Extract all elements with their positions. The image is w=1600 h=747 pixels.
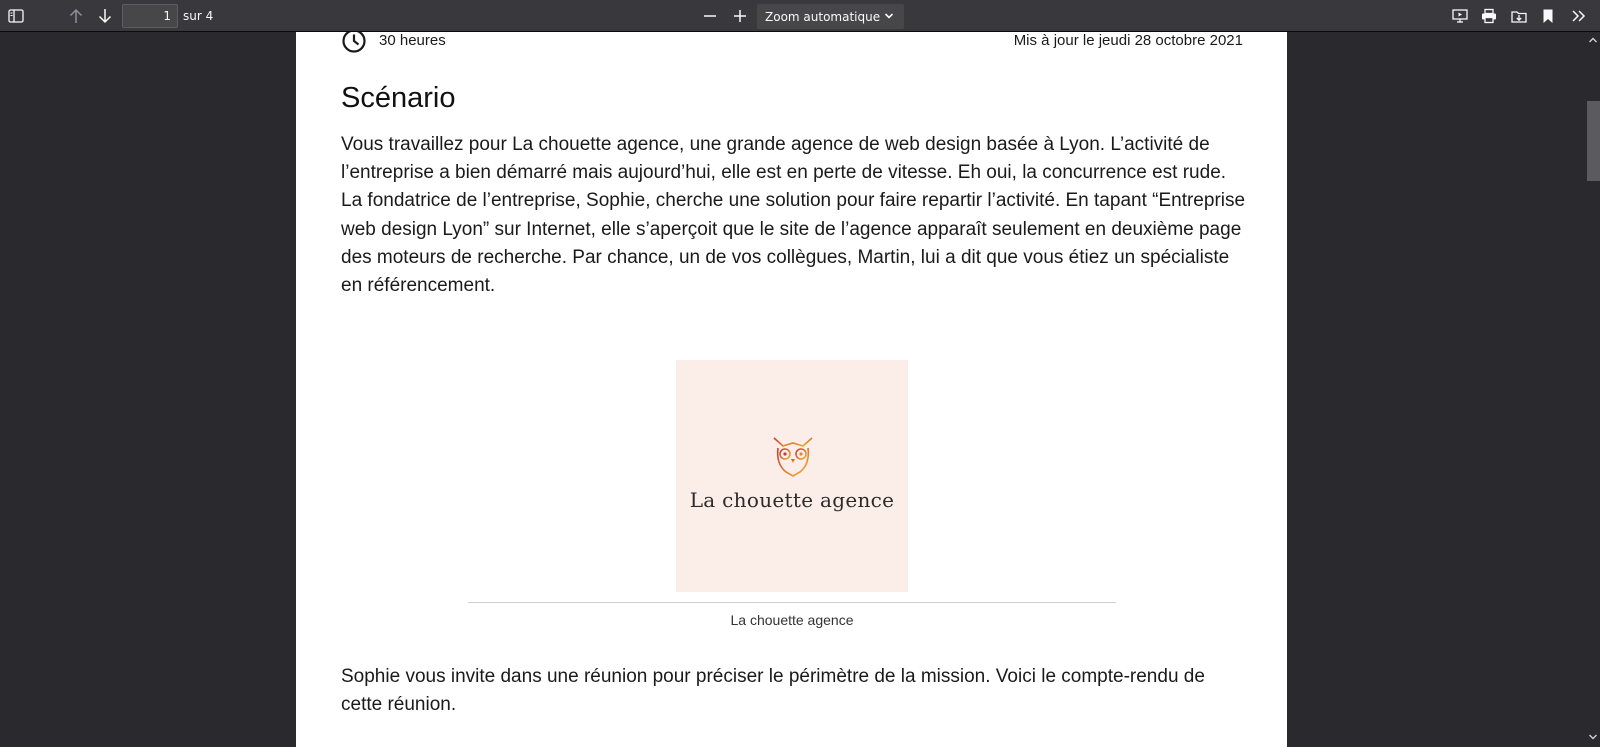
figure-divider bbox=[468, 602, 1116, 603]
arrow-up-icon bbox=[69, 8, 83, 23]
vertical-scrollbar[interactable] bbox=[1586, 32, 1600, 747]
course-meta: 30 heures Mis à jour le jeudi 28 octobre… bbox=[341, 32, 1243, 58]
chevron-down-icon bbox=[884, 13, 894, 19]
bookmark-icon bbox=[1543, 9, 1553, 23]
pdf-toolbar: sur 4 Zoom automatique bbox=[0, 0, 1600, 32]
meeting-paragraph: Sophie vous invite dans une réunion pour… bbox=[341, 666, 1205, 716]
more-tools-icon bbox=[1572, 10, 1586, 22]
course-duration: 30 heures bbox=[379, 32, 446, 49]
clock-icon bbox=[342, 32, 366, 53]
presentation-icon bbox=[1452, 9, 1468, 23]
update-date: Mis à jour le jeudi 28 octobre 2021 bbox=[1013, 32, 1243, 49]
scroll-up-icon[interactable] bbox=[1588, 35, 1598, 45]
logo-image: La chouette agence bbox=[676, 360, 908, 592]
arrow-down-icon bbox=[98, 9, 112, 24]
zoom-out-button[interactable] bbox=[697, 3, 723, 29]
logo-text: La chouette agence bbox=[689, 488, 895, 512]
print-icon bbox=[1482, 8, 1496, 24]
scroll-down-icon[interactable] bbox=[1588, 732, 1598, 742]
presentation-mode-button[interactable] bbox=[1447, 3, 1473, 29]
zoom-out-icon bbox=[704, 15, 716, 17]
download-icon bbox=[1511, 11, 1527, 23]
owl-logo-icon bbox=[773, 437, 813, 481]
download-button[interactable] bbox=[1506, 3, 1532, 29]
scenario-paragraph: Vous travaillez pour La chouette agence,… bbox=[341, 134, 1246, 297]
page-number-input[interactable] bbox=[122, 4, 178, 28]
previous-page-button[interactable] bbox=[63, 3, 89, 29]
zoom-value: Zoom automatique bbox=[765, 9, 881, 24]
pdf-page: 30 heures Mis à jour le jeudi 28 octobre… bbox=[296, 32, 1287, 747]
print-button[interactable] bbox=[1476, 3, 1502, 29]
sidebar-toggle-button[interactable] bbox=[3, 3, 29, 29]
next-page-button[interactable] bbox=[92, 3, 118, 29]
sidebar-toggle-icon bbox=[8, 9, 24, 23]
zoom-in-icon bbox=[734, 10, 746, 22]
zoom-select[interactable]: Zoom automatique bbox=[757, 4, 904, 29]
more-tools-button[interactable] bbox=[1566, 3, 1592, 29]
page-count: sur 4 bbox=[183, 9, 214, 23]
bookmark-button[interactable] bbox=[1535, 3, 1561, 29]
zoom-in-button[interactable] bbox=[727, 3, 753, 29]
scrollbar-thumb[interactable] bbox=[1587, 101, 1600, 181]
section-title: Scénario bbox=[341, 82, 456, 114]
figure-caption: La chouette agence bbox=[730, 612, 854, 628]
